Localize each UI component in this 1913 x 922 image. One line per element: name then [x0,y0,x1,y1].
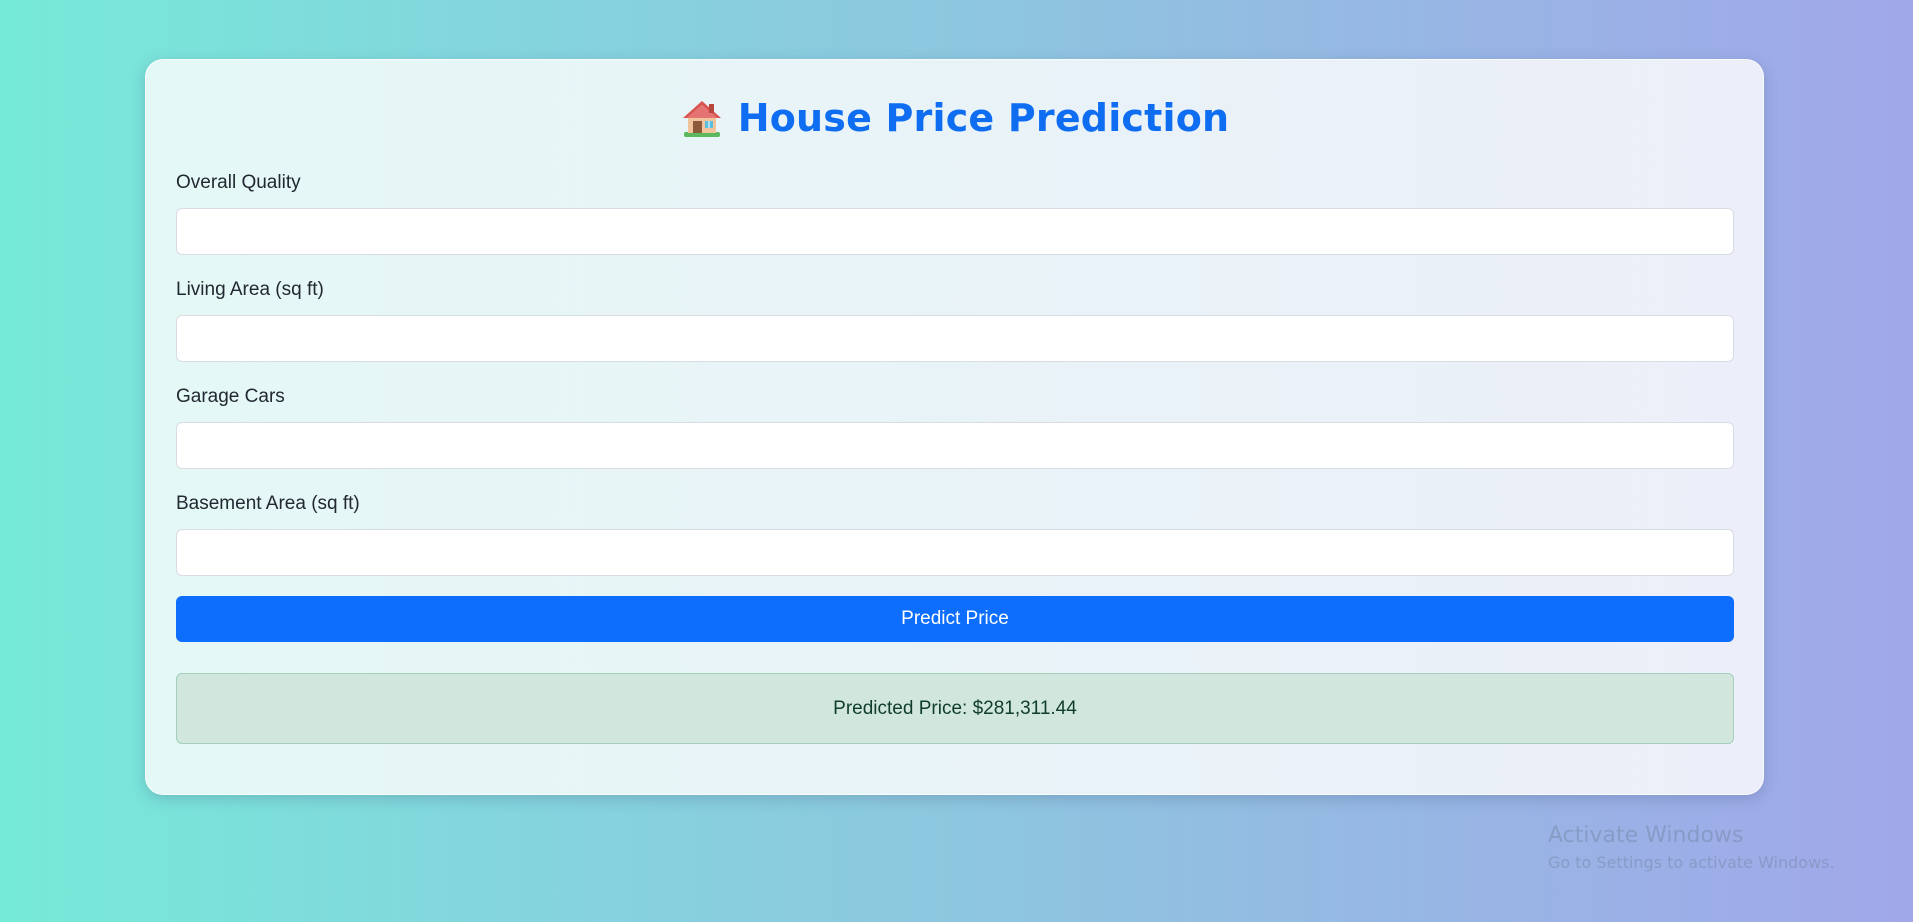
garage-cars-input[interactable] [176,422,1734,469]
basement-area-input[interactable] [176,529,1734,576]
prediction-result-text: Predicted Price: $281,311.44 [833,697,1077,719]
living-area-label: Living Area (sq ft) [176,279,324,300]
living-area-input[interactable] [176,315,1734,362]
garage-cars-label: Garage Cars [176,386,285,407]
basement-area-label: Basement Area (sq ft) [176,493,360,514]
house-icon [680,96,724,140]
watermark-title: Activate Windows [1548,823,1744,848]
overall-quality-label: Overall Quality [176,172,301,193]
prediction-card: House Price Prediction Overall Quality L… [145,59,1764,795]
overall-quality-input[interactable] [176,208,1734,255]
page-header: House Price Prediction [146,90,1763,146]
page-title: House Price Prediction [737,96,1230,140]
predict-price-button[interactable]: Predict Price [176,596,1734,642]
watermark-subtitle: Go to Settings to activate Windows. [1548,853,1835,872]
prediction-result-alert: Predicted Price: $281,311.44 [176,673,1734,744]
windows-activation-watermark: Activate Windows Go to Settings to activ… [1548,822,1835,874]
